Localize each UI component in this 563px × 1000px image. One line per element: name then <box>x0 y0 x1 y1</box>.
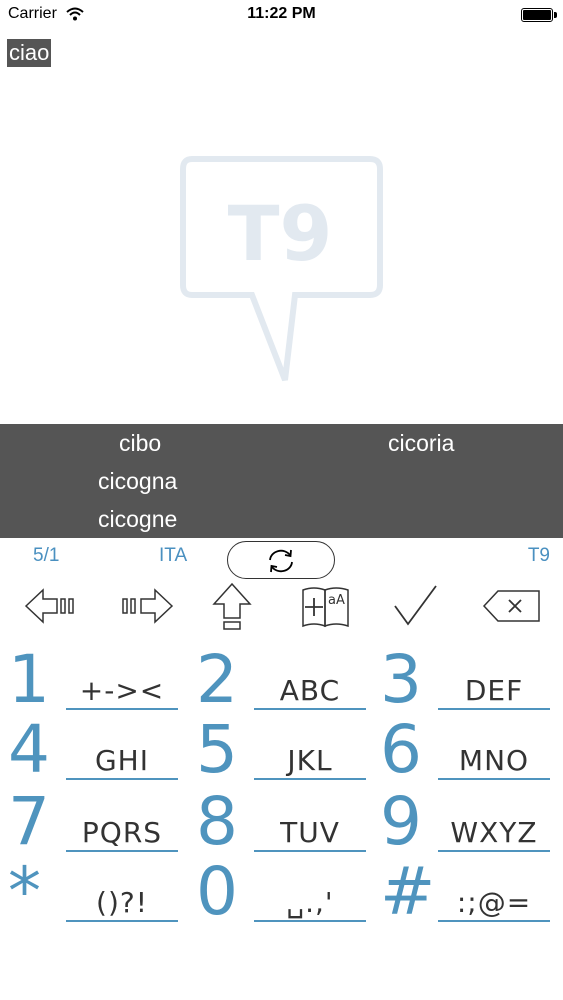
watermark-text: T9 <box>228 189 333 278</box>
key-hash[interactable]: # :;@= <box>374 853 560 930</box>
key-underline <box>438 850 550 852</box>
status-bar: Carrier 11:22 PM <box>0 0 563 30</box>
suggestion-item[interactable]: cicogne <box>98 506 177 533</box>
suggestion-item[interactable]: cicogna <box>98 468 177 495</box>
key-3[interactable]: 3 DEF <box>374 641 560 718</box>
typed-text[interactable]: ciao <box>7 39 52 67</box>
arrow-left-icon <box>24 588 74 624</box>
key-letters: :;@= <box>456 886 532 919</box>
checkmark-icon <box>394 585 437 626</box>
key-letters: GHI <box>94 744 149 777</box>
key-0[interactable]: 0 ␣.,' <box>190 853 376 930</box>
key-digit: 0 <box>196 853 238 930</box>
input-mode-toggle[interactable]: T9 <box>528 545 550 567</box>
status-time: 11:22 PM <box>247 5 316 22</box>
cursor-left-button[interactable] <box>24 582 78 634</box>
key-letters: JKL <box>287 744 333 777</box>
key-underline <box>438 778 550 780</box>
confirm-button[interactable] <box>392 582 440 634</box>
key-underline <box>254 778 366 780</box>
key-4[interactable]: 4 GHI <box>2 711 188 788</box>
arrow-right-icon <box>122 588 174 624</box>
shift-icon <box>212 582 252 630</box>
key-letters: PQRS <box>81 816 163 849</box>
key-7[interactable]: 7 PQRS <box>2 783 188 860</box>
key-letters: ␣.,' <box>286 886 334 919</box>
key-letters: MNO <box>458 744 530 777</box>
key-letters: DEF <box>464 674 524 707</box>
cursor-right-button[interactable] <box>120 582 174 634</box>
key-1[interactable]: 1 +->< <box>2 641 188 718</box>
suggestion-item[interactable]: cibo <box>119 430 161 457</box>
t9-logo-watermark: T9 <box>180 155 385 395</box>
backspace-icon <box>482 590 540 622</box>
key-5[interactable]: 5 JKL <box>190 711 376 788</box>
key-digit: 2 <box>196 641 238 718</box>
key-digit: 3 <box>380 641 422 718</box>
suggestion-item[interactable]: cicoria <box>388 430 454 457</box>
language-toggle[interactable]: ITA <box>159 545 187 567</box>
key-letters: +->< <box>79 674 165 707</box>
cycle-suggestions-button[interactable] <box>227 541 335 579</box>
suggestion-count: 5/1 <box>33 545 60 566</box>
key-letters: ()?! <box>96 886 148 919</box>
suggestions-panel: cibo cicoria cicogna cicogne <box>0 424 563 538</box>
key-digit: 8 <box>196 783 238 860</box>
key-digit: 7 <box>8 783 50 860</box>
dictionary-icon: aA <box>302 587 349 628</box>
key-2[interactable]: 2 ABC <box>190 641 376 718</box>
svg-text:aA: aA <box>328 593 345 608</box>
key-letters: TUV <box>280 816 340 849</box>
key-letters: ABC <box>279 674 341 707</box>
key-digit: 1 <box>8 641 50 718</box>
key-digit: * <box>8 853 41 930</box>
key-underline <box>66 778 178 780</box>
text-editor[interactable]: ciao T9 <box>0 30 563 424</box>
battery-nub <box>554 12 557 18</box>
backspace-button[interactable] <box>482 582 542 634</box>
key-underline <box>66 920 178 922</box>
key-underline <box>254 920 366 922</box>
key-underline <box>254 850 366 852</box>
dictionary-button[interactable]: aA <box>300 582 352 634</box>
refresh-icon <box>269 549 293 573</box>
key-digit: 4 <box>8 711 50 788</box>
key-6[interactable]: 6 MNO <box>374 711 560 788</box>
key-underline <box>438 920 550 922</box>
key-underline <box>438 708 550 710</box>
key-digit: # <box>380 853 436 930</box>
key-underline <box>254 708 366 710</box>
info-row: 5/1 ITA T9 <box>0 538 563 579</box>
key-digit: 5 <box>196 711 238 788</box>
key-9[interactable]: 9 WXYZ <box>374 783 560 860</box>
battery-icon <box>521 8 553 22</box>
key-digit: 9 <box>380 783 422 860</box>
key-star[interactable]: * ()?! <box>2 853 188 930</box>
key-letters: WXYZ <box>450 816 538 849</box>
key-underline <box>66 708 178 710</box>
key-digit: 6 <box>380 711 422 788</box>
key-8[interactable]: 8 TUV <box>190 783 376 860</box>
shift-button[interactable] <box>210 582 254 634</box>
key-underline <box>66 850 178 852</box>
